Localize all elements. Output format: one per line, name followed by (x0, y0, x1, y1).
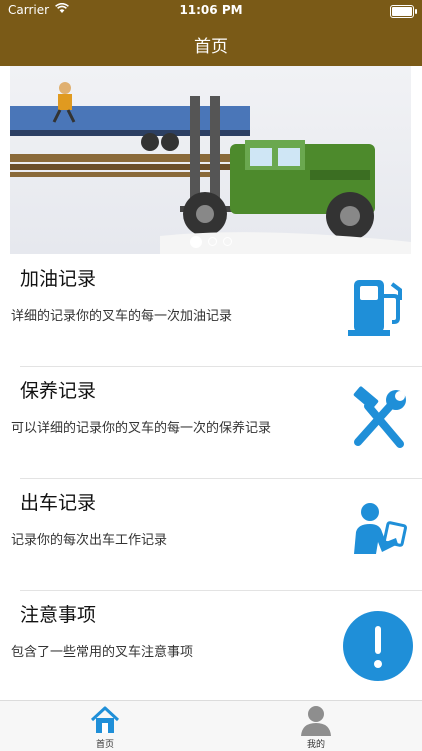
list-item-precautions[interactable]: 注意事项 包含了一些常用的叉车注意事项 (0, 590, 422, 702)
row-title: 保养记录 (20, 380, 97, 402)
list-item-trip-record[interactable]: 出车记录 记录你的每次出车工作记录 (0, 478, 422, 590)
forklift-illustration (10, 82, 411, 254)
wrench-hammer-icon (353, 386, 406, 448)
tab-label: 我的 (306, 740, 325, 750)
person-icon (301, 706, 331, 736)
row-title: 注意事项 (20, 604, 97, 626)
battery-icon (390, 5, 417, 18)
fuel-pump-icon (348, 280, 402, 336)
list-item-maintenance-record[interactable]: 保养记录 可以详细的记录你的叉车的每一次的保养记录 (0, 366, 422, 478)
tab-bar: 首页 我的 (0, 700, 422, 751)
tab-profile[interactable]: 我的 (266, 701, 366, 751)
row-title: 出车记录 (20, 492, 97, 514)
list-item-fuel-record[interactable]: 加油记录 详细的记录你的叉车的每一次加油记录 (0, 254, 422, 366)
row-desc: 详细的记录你的叉车的每一次加油记录 (11, 309, 233, 324)
page-title: 首页 (194, 36, 228, 57)
row-desc: 包含了一些常用的叉车注意事项 (11, 645, 194, 660)
banner-carousel[interactable] (10, 66, 411, 254)
exclamation-circle-icon (343, 611, 413, 681)
home-icon (90, 706, 120, 733)
status-bar: Carrier 11:06 PM (0, 0, 422, 22)
page-dot-3[interactable] (222, 237, 232, 246)
tab-home[interactable]: 首页 (55, 701, 155, 751)
person-clipboard-icon (354, 503, 408, 554)
row-title: 加油记录 (20, 268, 97, 290)
row-desc: 可以详细的记录你的叉车的每一次的保养记录 (11, 421, 272, 436)
tab-label: 首页 (95, 740, 114, 750)
page-dot-1[interactable] (189, 236, 202, 248)
row-desc: 记录你的每次出车工作记录 (11, 533, 168, 548)
status-time: 11:06 PM (179, 3, 243, 17)
page-indicator[interactable] (10, 236, 411, 248)
nav-bar: 首页 (0, 22, 422, 66)
page-dot-2[interactable] (207, 237, 217, 246)
